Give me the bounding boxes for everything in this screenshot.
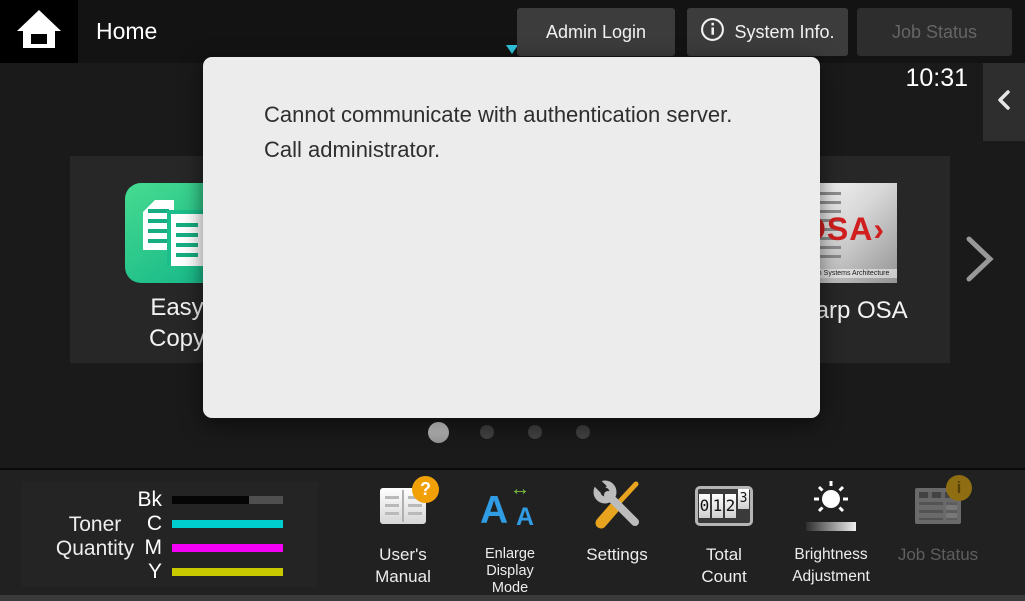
manual-book-icon: ? [380,488,426,524]
toner-row-c: C [22,512,283,535]
next-page-arrow[interactable] [966,236,994,287]
printer-home-screen: Home Admin Login System Info. Job Status… [0,0,1025,601]
toner-bar [172,496,283,504]
toner-fill [172,496,249,504]
job-list-icon: i [915,488,961,524]
pager-dot[interactable] [528,425,542,439]
system-info-button[interactable]: System Info. [687,8,848,56]
toner-label: Bk [22,488,172,512]
system-info-label: System Info. [734,22,834,43]
toner-label: M [22,536,172,560]
counter-digit: 3 [738,489,749,509]
pager-dot[interactable] [576,425,590,439]
pager-dot[interactable] [480,425,494,439]
job-status-top-label: Job Status [892,22,977,43]
admin-login-button[interactable]: Admin Login [517,8,675,56]
small-a-glyph: A [516,505,534,530]
page-title: Home [96,0,157,63]
home-icon [16,8,62,55]
brightness-sun-icon [803,480,859,532]
toner-row-bk: Bk [22,488,283,511]
resize-arrow-icon: ↔ [510,478,530,501]
toner-bar [172,568,283,576]
info-icon [700,17,725,47]
clock: 10:31 [850,64,968,93]
admin-login-label: Admin Login [546,22,646,43]
brightness-adjustment-button[interactable]: Brightness Adjustment [773,478,889,600]
brightness-gradient-bar [806,522,856,531]
bottom-edge-strip [0,595,1025,601]
toner-row-m: M [22,536,283,559]
counter-digit: 1 [712,494,723,518]
copy-document-front [167,210,203,266]
panel-collapse-tab[interactable] [983,63,1025,141]
pager-dot[interactable] [428,422,449,443]
enlarge-display-mode-button[interactable]: A ↔ A Enlarge Display Mode [452,478,568,600]
error-message: Cannot communicate with authentication s… [264,97,782,167]
toner-fill [172,568,283,576]
document-lines [176,223,198,260]
job-status-button-disabled: i Job Status [880,478,996,600]
toner-quantity-panel: Toner Quantity Bk C M Y [22,482,318,587]
toner-label: C [22,512,172,536]
chevron-left-icon [997,90,1011,115]
large-a-glyph: A [480,491,508,530]
toner-bar [172,520,283,528]
toner-fill [172,520,283,528]
toner-bar [172,544,283,552]
enlarge-display-icon: A ↔ A [478,482,542,530]
toner-fill [172,544,283,552]
home-button[interactable] [0,0,78,63]
question-badge-icon: ? [412,476,439,503]
job-status-label: Job Status [870,544,1006,566]
document-lines [148,209,169,244]
toner-label: Y [22,560,172,584]
info-badge-icon: i [946,475,972,501]
job-status-button-top-disabled: Job Status [857,8,1012,56]
error-dialog[interactable]: Cannot communicate with authentication s… [203,57,820,418]
counter-digit: 2 [725,494,736,518]
tools-icon [591,478,643,535]
top-bar: Home Admin Login System Info. Job Status [0,0,1025,63]
toner-row-y: Y [22,560,283,583]
counter-icon: 0 1 2 3 [695,486,753,526]
counter-digit: 0 [699,494,710,518]
